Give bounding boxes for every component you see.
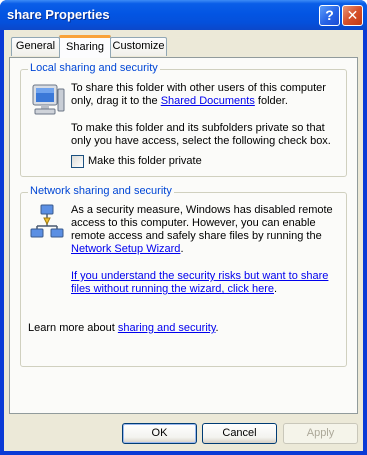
- help-icon: ?: [325, 7, 334, 23]
- local-para1-pre: only, drag it to the: [71, 95, 161, 107]
- risk-link-line1: If you understand the security risks but…: [71, 270, 328, 283]
- network-line1: As a security measure, Windows has disab…: [71, 204, 333, 216]
- close-icon: ✕: [346, 7, 359, 23]
- local-sharing-group: Local sharing and security To share this…: [20, 62, 347, 177]
- make-private-checkbox[interactable]: [71, 155, 84, 168]
- local-para2-line1: To make this folder and its subfolders p…: [71, 122, 325, 134]
- tab-customize[interactable]: Customize: [110, 37, 167, 56]
- tab-general[interactable]: General: [11, 37, 60, 56]
- cancel-button[interactable]: Cancel: [202, 423, 277, 444]
- network-wizard-period: .: [180, 243, 184, 255]
- network-sharing-group: Network sharing and security As a securi…: [20, 185, 347, 367]
- share-without-wizard-link-cont[interactable]: files without running the wizard, click …: [71, 283, 274, 295]
- network-setup-wizard-link[interactable]: Network Setup Wizard: [71, 243, 180, 255]
- apply-button[interactable]: Apply: [283, 423, 358, 444]
- risk-period: .: [273, 283, 278, 295]
- network-sharing-legend: Network sharing and security: [28, 185, 174, 197]
- network-line3: remote access and safely share files by …: [71, 230, 322, 242]
- computer-icon: [32, 84, 65, 115]
- properties-window: share Properties ? ✕ General Sharing Cus…: [0, 0, 367, 455]
- network-share-icon: [30, 204, 64, 238]
- make-private-label[interactable]: Make this folder private: [88, 155, 202, 168]
- help-button[interactable]: ?: [319, 5, 340, 26]
- close-button[interactable]: ✕: [342, 5, 363, 26]
- tab-sharing[interactable]: Sharing: [59, 35, 111, 58]
- risk-link-line2: files without running the wizard, click …: [71, 283, 277, 296]
- share-without-wizard-link[interactable]: If you understand the security risks but…: [71, 270, 328, 282]
- local-para2-line2: only you have access, select the followi…: [71, 135, 331, 147]
- network-line2: access to this computer. However, you ca…: [71, 217, 316, 229]
- dialog-client-area: General Sharing Customize Local sharing …: [4, 30, 363, 451]
- ok-button[interactable]: OK: [122, 423, 197, 444]
- network-line4: Network Setup Wizard.: [71, 243, 184, 256]
- title-bar[interactable]: share Properties ? ✕: [0, 0, 367, 30]
- learn-more-pre: Learn more about: [28, 322, 118, 334]
- sharing-tab-panel: Local sharing and security To share this…: [9, 57, 358, 414]
- local-para1-post: folder.: [254, 95, 288, 107]
- window-title: share Properties: [7, 7, 110, 22]
- learn-more-post: .: [215, 322, 219, 334]
- learn-more-line: Learn more about sharing and security.: [28, 322, 219, 335]
- shared-documents-link[interactable]: Shared Documents: [161, 95, 255, 107]
- local-para1-line1: To share this folder with other users of…: [71, 82, 326, 94]
- local-sharing-legend: Local sharing and security: [28, 62, 160, 74]
- local-para1-line2: only, drag it to the Shared Documents fo…: [71, 95, 288, 108]
- sharing-and-security-link[interactable]: sharing and security: [118, 322, 216, 334]
